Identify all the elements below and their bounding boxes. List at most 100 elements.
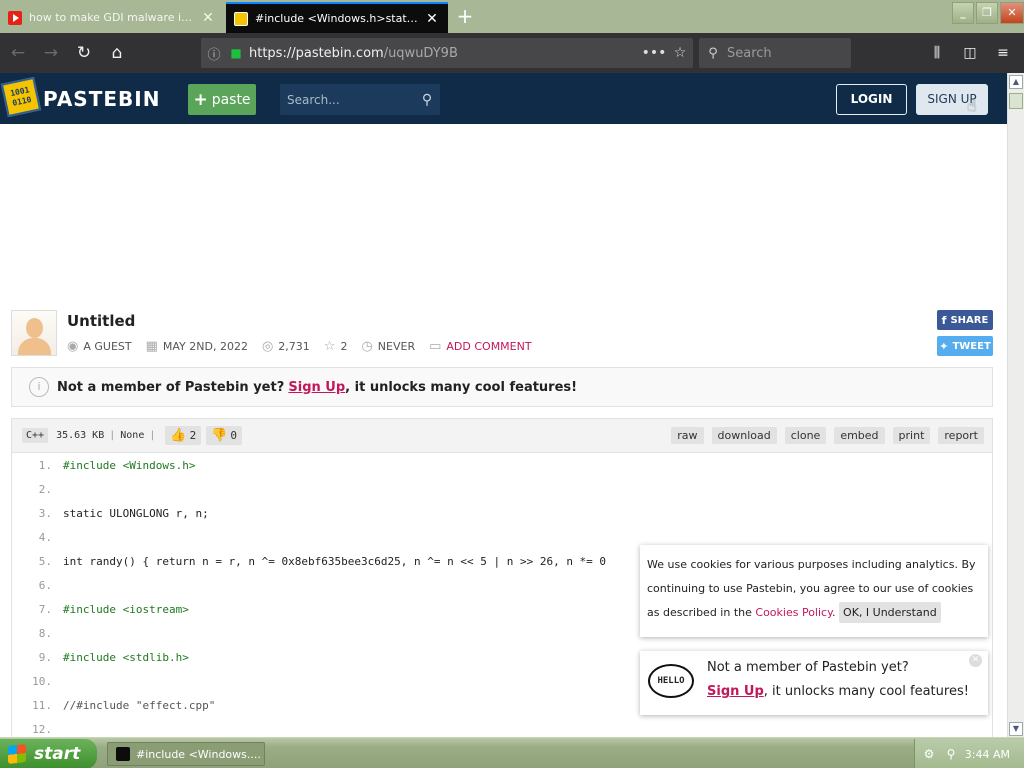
notice-prefix: Not a member of Pastebin yet? [57,379,285,395]
embed-button[interactable]: embed [834,427,885,444]
url-host: https://pastebin.com [249,45,384,61]
library-icon[interactable]: ⫼ [922,39,952,67]
info-icon: i [29,377,49,397]
line-number: 11. [32,698,52,712]
star-icon[interactable]: ☆ [324,339,336,354]
clock-icon: ◷ [361,339,373,354]
close-icon[interactable]: ✕ [969,654,982,667]
youtube-icon [8,10,22,25]
notice-signup-link[interactable]: Sign Up [288,380,345,395]
network-icon[interactable]: ⚙ [921,747,937,761]
page-actions-icon[interactable]: ••• [641,45,667,61]
close-window-button[interactable]: ✕ [1000,2,1024,24]
back-icon[interactable]: ← [3,39,33,67]
screen: how to make GDI malware in c++ ✕ #includ… [0,0,1024,768]
pastebin-logo[interactable]: 1001 0110 [0,76,42,118]
tweet-label: TWEET [952,340,991,352]
expiry-item: ◷ NEVER [361,339,415,354]
print-button[interactable]: print [892,427,931,444]
comment-icon: ▭ [429,339,442,354]
popup-signup-link[interactable]: Sign Up [707,684,764,699]
hello-badge: HELLO [648,664,694,698]
scrollbar-thumb[interactable] [1009,93,1023,109]
code-text: #include <stdlib.h> [63,650,189,664]
new-tab-button[interactable]: + [452,3,478,29]
signup-notice: i Not a member of Pastebin yet? Sign Up,… [11,367,993,407]
mouse-cursor-icon: ☝ [967,96,977,115]
close-tab-icon[interactable]: ✕ [200,10,216,26]
taskbar-item-firefox[interactable]: #include <Windows.... [107,742,265,766]
line-number: 12. [32,722,52,736]
site-search-input[interactable]: Search... ⚲ [280,84,440,115]
page-scrollbar[interactable]: ▲ ▼ [1007,73,1024,737]
separator: | [149,430,156,441]
site-search-placeholder: Search... [287,92,340,107]
facebook-share-button[interactable]: f SHARE [937,310,993,330]
line-number: 9. [38,650,52,664]
tab-label: #include <Windows.h>static ULO [255,12,418,25]
home-icon[interactable]: ⌂ [102,39,132,67]
calendar-icon: ▦ [145,339,158,354]
reload-icon[interactable]: ↻ [69,39,99,67]
download-button[interactable]: download [711,427,777,444]
line-number: 5. [38,554,52,568]
clone-button[interactable]: clone [784,427,827,444]
scroll-down-icon[interactable]: ▼ [1009,722,1023,736]
cookie-accept-button[interactable]: OK, I Understand [839,602,941,623]
login-button[interactable]: LOGIN [836,84,907,115]
report-button[interactable]: report [938,427,984,444]
clock[interactable]: 3:44 AM [965,748,1010,761]
menu-icon[interactable]: ≡ [988,39,1018,67]
forward-icon[interactable]: → [36,39,66,67]
paste-button-label: paste [211,91,251,108]
twitter-icon: ✦ [939,339,949,353]
separator: | [109,430,116,441]
sidebar-icon[interactable]: ◫ [955,39,985,67]
tab-youtube[interactable]: how to make GDI malware in c++ ✕ [0,2,224,33]
author-item: ◉ A GUEST [67,339,132,354]
language-badge[interactable]: C++ [22,428,49,443]
cookie-banner: We use cookies for various purposes incl… [640,545,988,637]
search-icon[interactable]: ⚲ [414,92,440,108]
paste-size: 35.63 KB [56,430,105,441]
comment-item[interactable]: ▭ ADD COMMENT [429,339,531,354]
dislike-count: 0 [230,429,238,442]
scroll-up-icon[interactable]: ▲ [1009,75,1023,89]
system-tray: ⚙ ⚲ 3:44 AM [914,739,1024,768]
close-tab-icon[interactable]: ✕ [424,11,440,27]
browser-toolbar: ← → ↻ ⌂ ⓘ ■ https://pastebin.com/uqwuDY9… [0,33,1024,73]
address-bar[interactable]: ⓘ ■ https://pastebin.com/uqwuDY9B ••• ☆ [201,38,693,68]
url-text[interactable]: https://pastebin.com/uqwuDY9B [245,46,641,61]
line-number: 1. [38,458,52,472]
code-toolbar: C++ 35.63 KB | None | 👍 2 👎 0 raw download… [11,418,993,453]
raw-button[interactable]: raw [671,427,704,444]
author[interactable]: A GUEST [83,340,131,353]
like-button[interactable]: 👍 2 [165,426,202,445]
line-number: 8. [38,626,52,640]
search-tray-icon[interactable]: ⚲ [943,747,959,761]
new-paste-button[interactable]: + paste [188,84,256,115]
dislike-button[interactable]: 👎 0 [206,426,243,445]
tweet-button[interactable]: ✦ TWEET [937,336,993,356]
browser-search-bar[interactable]: ⚲ Search [699,38,851,68]
logo-text: 1001 0110 [9,85,33,108]
line-number: 4. [38,530,52,544]
browser-tab-bar: how to make GDI malware in c++ ✕ #includ… [0,0,1024,33]
signup-button[interactable]: SIGN UP [916,84,988,115]
code-text: #include <iostream> [63,602,189,616]
site-name[interactable]: PASTEBIN [43,87,160,111]
toolbar-right: ⫼ ◫ ≡ [919,39,1018,67]
line-number: 7. [38,602,52,616]
cookies-policy-link[interactable]: Cookies Policy [755,606,832,619]
line-number: 3. [38,506,52,520]
lock-icon: ■ [230,46,242,60]
tab-pastebin[interactable]: #include <Windows.h>static ULO ✕ [226,2,448,33]
maximize-button[interactable]: ❐ [976,2,998,24]
start-button[interactable]: start [0,739,97,768]
info-icon[interactable]: ⓘ [201,44,227,63]
bookmark-star-icon[interactable]: ☆ [667,45,693,61]
add-comment-link[interactable]: ADD COMMENT [446,340,531,353]
taskbar: start #include <Windows.... ⚙ ⚲ 3:44 AM [0,737,1024,768]
tab-label: how to make GDI malware in c++ [29,11,194,24]
minimize-button[interactable]: _ [952,2,974,24]
